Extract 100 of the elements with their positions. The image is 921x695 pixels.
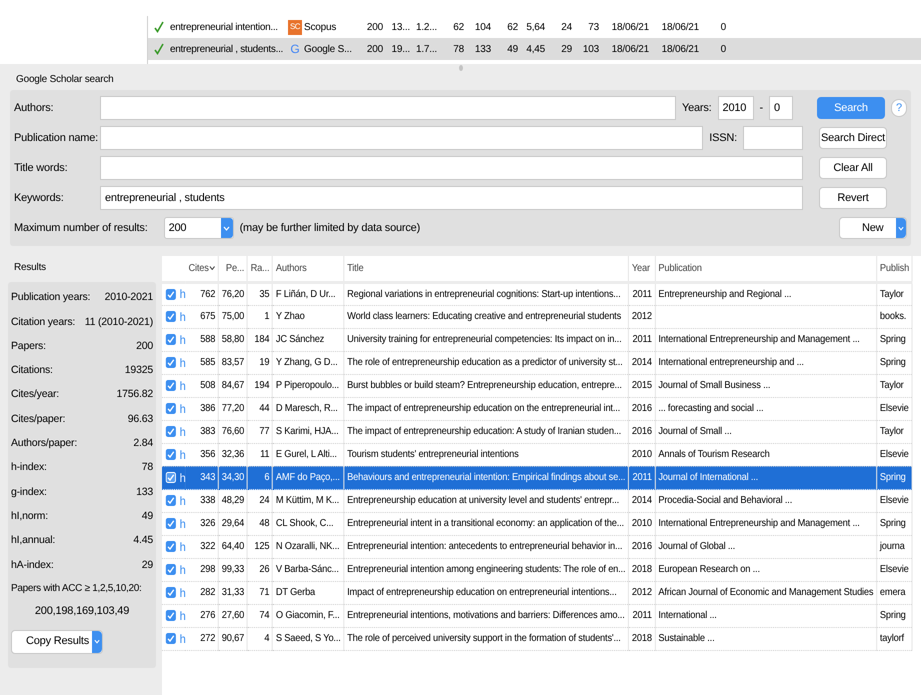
table-cell: 11 [260,449,270,460]
table-cell: S Saeed, S Yo... [276,633,341,644]
column-header[interactable]: Title [344,256,629,282]
table-cell: African Journal of Economic and Management Studies [658,587,874,598]
checkbox[interactable] [166,610,176,621]
stat-label: h-index: [11,460,47,476]
checkbox[interactable] [166,495,176,506]
year-to-field[interactable]: 0 [769,96,793,120]
table-cell: 2016 [632,426,652,437]
table-cell: International entrepreneurship and ... [658,357,804,368]
checkbox[interactable] [166,633,176,644]
checkbox[interactable] [166,587,176,598]
column-header[interactable]: Pe... [218,256,248,282]
publication-field[interactable] [100,126,704,150]
table-row[interactable]: h 298 99,33 26 V Barba-Sánc... Entrepreneurial intention among engineering students: The role of en... 2018 European Research on ... Elsevie [162,558,912,581]
table-cell-text: 200 [366,42,383,56]
table-cell: 2012 [632,587,652,598]
table-cell: Entrepreneurship education at university level and students' entrepr... [347,495,620,506]
table-row[interactable]: h 588 58,80 184 JC Sánchez University training for entrepreneurial competencies: Its impact on in... 2011 International Entrepreneurship and Management ... Spring [162,328,912,351]
revert-button[interactable]: Revert [819,187,887,209]
table-cell: AMF do Paço,... [276,472,340,483]
table-cell: 194 [254,380,270,391]
splitter-handle-icon[interactable] [458,65,462,71]
checkbox[interactable] [166,403,176,414]
column-header[interactable]: Publication [655,256,877,282]
table-row[interactable]: h 675 75,00 1 Y Zhao World class learners: Educating creative and entrepreneurial students 2012 books. [162,305,912,328]
checkbox[interactable] [166,541,176,552]
column-header[interactable]: Year [628,256,656,282]
table-cell: 585 [200,357,216,368]
table-cell: 27,60 [222,610,244,621]
table-cell: The role of entrepreneurship education as a predictor of university st... [347,357,623,368]
table-cell: Y Zhang, G D... [276,357,338,368]
query-row[interactable]: entrepreneurial , students... G Google S... 200 19... 1.7... 78 133 49 4,45 29 103 18/06/21 18/06/21 0 [148,38,921,60]
table-row[interactable]: h 282 31,33 71 DT Gerba Impact of entrepreneurship education on entrepreneurial intentions... 2012 African Journal of Economic and Management Studies emera [162,581,912,604]
issn-field[interactable] [743,126,803,150]
check-cell[interactable]: h [162,466,186,489]
table-row[interactable]: h 762 76,20 35 F Liñán, D Ur... Regional variations in entrepreneurial cognitions: Start-up intentions... 2011 Entrepreneurship and Regional ... Taylor [162,282,912,305]
table-row[interactable]: h 383 76,60 77 S Karimi, HJA... The impact of entrepreneurship education: A study of Iranian studen... 2016 Journal of Small ... Taylor [162,420,912,443]
checkbox[interactable] [166,357,176,368]
table-cell: 58,80 [222,334,244,345]
table-cell: 31,33 [222,587,244,598]
table-row[interactable]: h 508 84,67 194 P Piperopoulo... Burst bubbles or build steam? Entrepreneurship education, entrepre... 2015 Journal of Small Business ... Taylor [162,374,912,397]
title-words-field[interactable] [100,156,803,180]
year-from-field[interactable]: 2010 [718,96,754,120]
checkbox[interactable] [166,564,176,575]
keywords-field[interactable]: entrepreneurial , students [100,186,803,210]
checkbox[interactable] [166,334,176,345]
table-cell-text: 18/06/21 [610,42,649,56]
table-row[interactable]: h 326 29,64 48 CL Shook, C... Entrepreneurial intent in a transitional economy: an application of the... 2010 International Entrepreneurship and Management ... Spring [162,512,912,535]
table-cell: D Maresch, R... [276,403,338,414]
column-header[interactable]: Ra... [247,256,273,282]
table-row[interactable]: h 276 27,60 74 O Giacomin, F... Entrepreneurial intentions, motivations and barriers: Differences amo... 2011 International ... Spring [162,604,912,627]
table-cell: 675 [200,311,216,322]
table-cell: 184 [254,334,270,345]
dash-text: - [760,100,763,116]
table-cell: Impact of entrepreneurship education on entrepreneurial intentions... [347,587,617,598]
table-cell-text: 24 [560,20,572,34]
checkbox[interactable] [166,311,176,322]
column-header[interactable]: Publish [876,256,912,282]
table-cell: 83,57 [222,357,244,368]
checkbox[interactable] [166,518,176,529]
table-cell: 75,00 [222,311,244,322]
h-core-marker: h [180,516,186,532]
table-row[interactable]: h 386 77,20 44 D Maresch, R... The impact of entrepreneurship education on the entrepreneurial int... 2016 ... forecasting and social ... Elsevie [162,397,912,420]
stat-label: hI,annual: [11,533,56,548]
h-core-marker: h [180,446,186,464]
checkbox[interactable] [166,426,176,437]
search-direct-button[interactable]: Search Direct [819,127,887,149]
table-cell: 125 [254,541,270,552]
table-row[interactable]: h 322 64,40 125 N Ozaralli, NK... Entrepreneurial intention: antecedents to entrepreneurial behavior in... 2016 Journal of Global ... journa [162,535,912,558]
checkbox[interactable] [166,449,176,460]
table-cell: International ... [658,610,717,621]
table-row[interactable]: h 343 34,30 6 AMF do Paço,... Behaviours and entrepreneurial intention: Empirical findings about se... 2011 Journal of International ... Spring [162,466,912,489]
table-cell: 34,30 [222,472,244,483]
table-cell: 338 [200,495,216,506]
checkbox[interactable] [166,380,176,391]
table-row[interactable]: h 338 48,29 24 M Küttim, M K... Entrepreneurship education at university level and students' entrepr... 2014 Procedia-Social and Behavioral ... Elsevie [162,489,912,512]
copy-results-button[interactable]: Copy Results [11,630,103,654]
h-core-marker: h [180,332,186,348]
clear-all-button[interactable]: Clear All [819,157,887,179]
column-header[interactable]: Authors [272,256,344,282]
column-header[interactable]: Cites [186,256,219,282]
table-row[interactable]: h 585 83,57 19 Y Zhang, G D... The role of entrepreneurship education as a predictor of university st... 2014 International entrepreneurship and ... Spring [162,351,912,374]
stat-label: hA-index: [11,558,54,573]
table-cell: 508 [200,380,216,391]
table-cell-text: 18/06/21 [660,42,699,56]
table-cell: 77 [259,426,270,437]
table-cell-text: 29 [560,42,572,56]
authors-field[interactable] [100,96,676,120]
table-cell: JC Sánchez [276,334,324,345]
table-row[interactable]: h 272 90,67 4 S Saeed, S Yo... The role of perceived university support in the formation of students'... 2018 Sustainable ... taylorf [162,627,912,650]
stat-value: 200,198,169,103,49 [34,604,130,620]
table-cell: 44 [259,403,270,414]
checkbox[interactable] [166,288,176,300]
table-cell: 386 [200,403,216,414]
table-cell: Spring [880,518,906,529]
new-button[interactable]: New [839,217,907,239]
table-cell-text: 62 [452,20,464,34]
table-cell-text: 13... [390,20,410,34]
max-results-select[interactable]: 200 [164,217,234,239]
